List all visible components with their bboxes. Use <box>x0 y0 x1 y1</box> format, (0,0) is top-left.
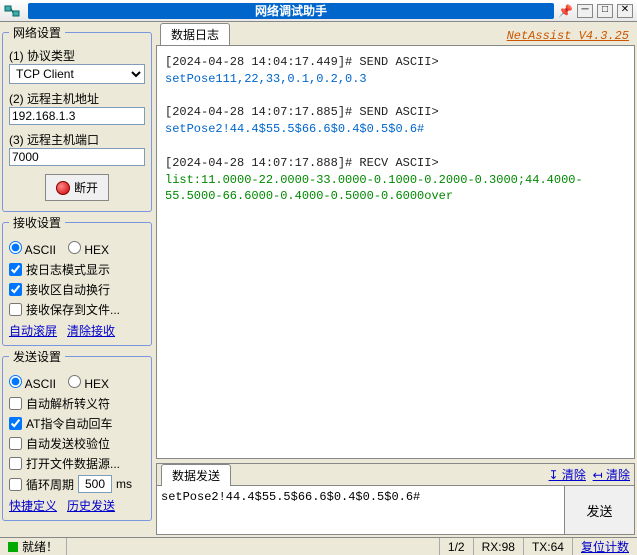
send-atcr-check[interactable] <box>9 417 22 430</box>
clear-recv-link[interactable]: 清除接收 <box>67 322 115 339</box>
window-title: 网络调试助手 <box>28 3 554 19</box>
log-area[interactable]: [2024-04-28 14:04:17.449]# SEND ASCII>se… <box>156 46 635 459</box>
version-link[interactable]: NetAssist V4.3.25 <box>501 27 635 45</box>
log-timestamp: [2024-04-28 14:07:17.888]# RECV ASCII> <box>165 155 626 172</box>
maximize-button[interactable]: □ <box>597 4 613 18</box>
send-settings: 发送设置 ASCII HEX 自动解析转义符 AT指令自动回车 自动发送校验位 … <box>2 348 152 521</box>
recv-ascii-radio[interactable]: ASCII <box>9 241 56 257</box>
log-tab[interactable]: 数据日志 <box>160 23 230 45</box>
app-icon <box>4 3 20 19</box>
status-page: 1/2 <box>439 538 473 555</box>
record-icon <box>56 181 70 195</box>
clear-send-button[interactable]: ↤ 清除 <box>593 466 630 483</box>
send-hex-radio[interactable]: HEX <box>68 375 109 391</box>
network-legend: 网络设置 <box>9 24 65 41</box>
status-bar: 就绪！ 1/2 RX:98 TX:64 复位计数 <box>0 537 637 555</box>
send-escape-check[interactable] <box>9 397 22 410</box>
titlebar: 网络调试助手 📌 ─ □ ✕ <box>0 0 637 22</box>
send-tab[interactable]: 数据发送 <box>161 464 231 486</box>
send-cycle-check[interactable] <box>9 478 22 491</box>
history-link[interactable]: 历史发送 <box>67 497 115 514</box>
cycle-input[interactable] <box>78 475 112 493</box>
log-tab-header: 数据日志 NetAssist V4.3.25 <box>156 24 635 46</box>
send-textarea[interactable] <box>157 486 564 534</box>
port-input[interactable] <box>9 148 145 166</box>
protocol-select[interactable]: TCP Client <box>9 64 145 84</box>
recv-autowrap-check[interactable] <box>9 283 22 296</box>
recv-legend: 接收设置 <box>9 214 65 231</box>
recv-settings: 接收设置 ASCII HEX 按日志模式显示 接收区自动换行 接收保存到文件..… <box>2 214 152 346</box>
status-rx: RX:98 <box>473 538 523 555</box>
pin-icon[interactable]: 📌 <box>558 4 573 18</box>
log-body: setPose111,22,33,0.1,0.2,0.3 <box>165 71 626 88</box>
recv-logmode-check[interactable] <box>9 263 22 276</box>
network-settings: 网络设置 (1) 协议类型 TCP Client (2) 远程主机地址 (3) … <box>2 24 152 212</box>
recv-savefile-check[interactable] <box>9 303 22 316</box>
recv-hex-radio[interactable]: HEX <box>68 241 109 257</box>
log-body: list:11.0000-22.0000-33.0000-0.1000-0.20… <box>165 172 626 206</box>
close-button[interactable]: ✕ <box>617 4 633 18</box>
log-timestamp: [2024-04-28 14:07:17.885]# SEND ASCII> <box>165 104 626 121</box>
status-ready: 就绪！ <box>22 538 58 555</box>
disconnect-button[interactable]: 断开 <box>45 174 109 201</box>
log-timestamp: [2024-04-28 14:04:17.449]# SEND ASCII> <box>165 54 626 71</box>
minimize-button[interactable]: ─ <box>577 4 593 18</box>
status-tx: TX:64 <box>523 538 572 555</box>
log-body: setPose2!44.4$55.5$66.6$0.4$0.5$0.6# <box>165 121 626 138</box>
host-label: (2) 远程主机地址 <box>9 90 99 107</box>
port-label: (3) 远程主机端口 <box>9 131 99 148</box>
send-legend: 发送设置 <box>9 348 65 365</box>
send-button[interactable]: 发送 <box>564 486 634 534</box>
send-filesrc-check[interactable] <box>9 457 22 470</box>
reset-count-button[interactable]: 复位计数 <box>572 538 637 555</box>
send-ascii-radio[interactable]: ASCII <box>9 375 56 391</box>
send-checksum-check[interactable] <box>9 437 22 450</box>
clear-log-button[interactable]: ↧ 清除 <box>549 466 586 483</box>
autoscroll-link[interactable]: 自动滚屏 <box>9 322 57 339</box>
proto-label: (1) 协议类型 <box>9 47 75 64</box>
host-input[interactable] <box>9 107 145 125</box>
shortcut-link[interactable]: 快捷定义 <box>9 497 57 514</box>
ready-icon <box>8 542 18 552</box>
